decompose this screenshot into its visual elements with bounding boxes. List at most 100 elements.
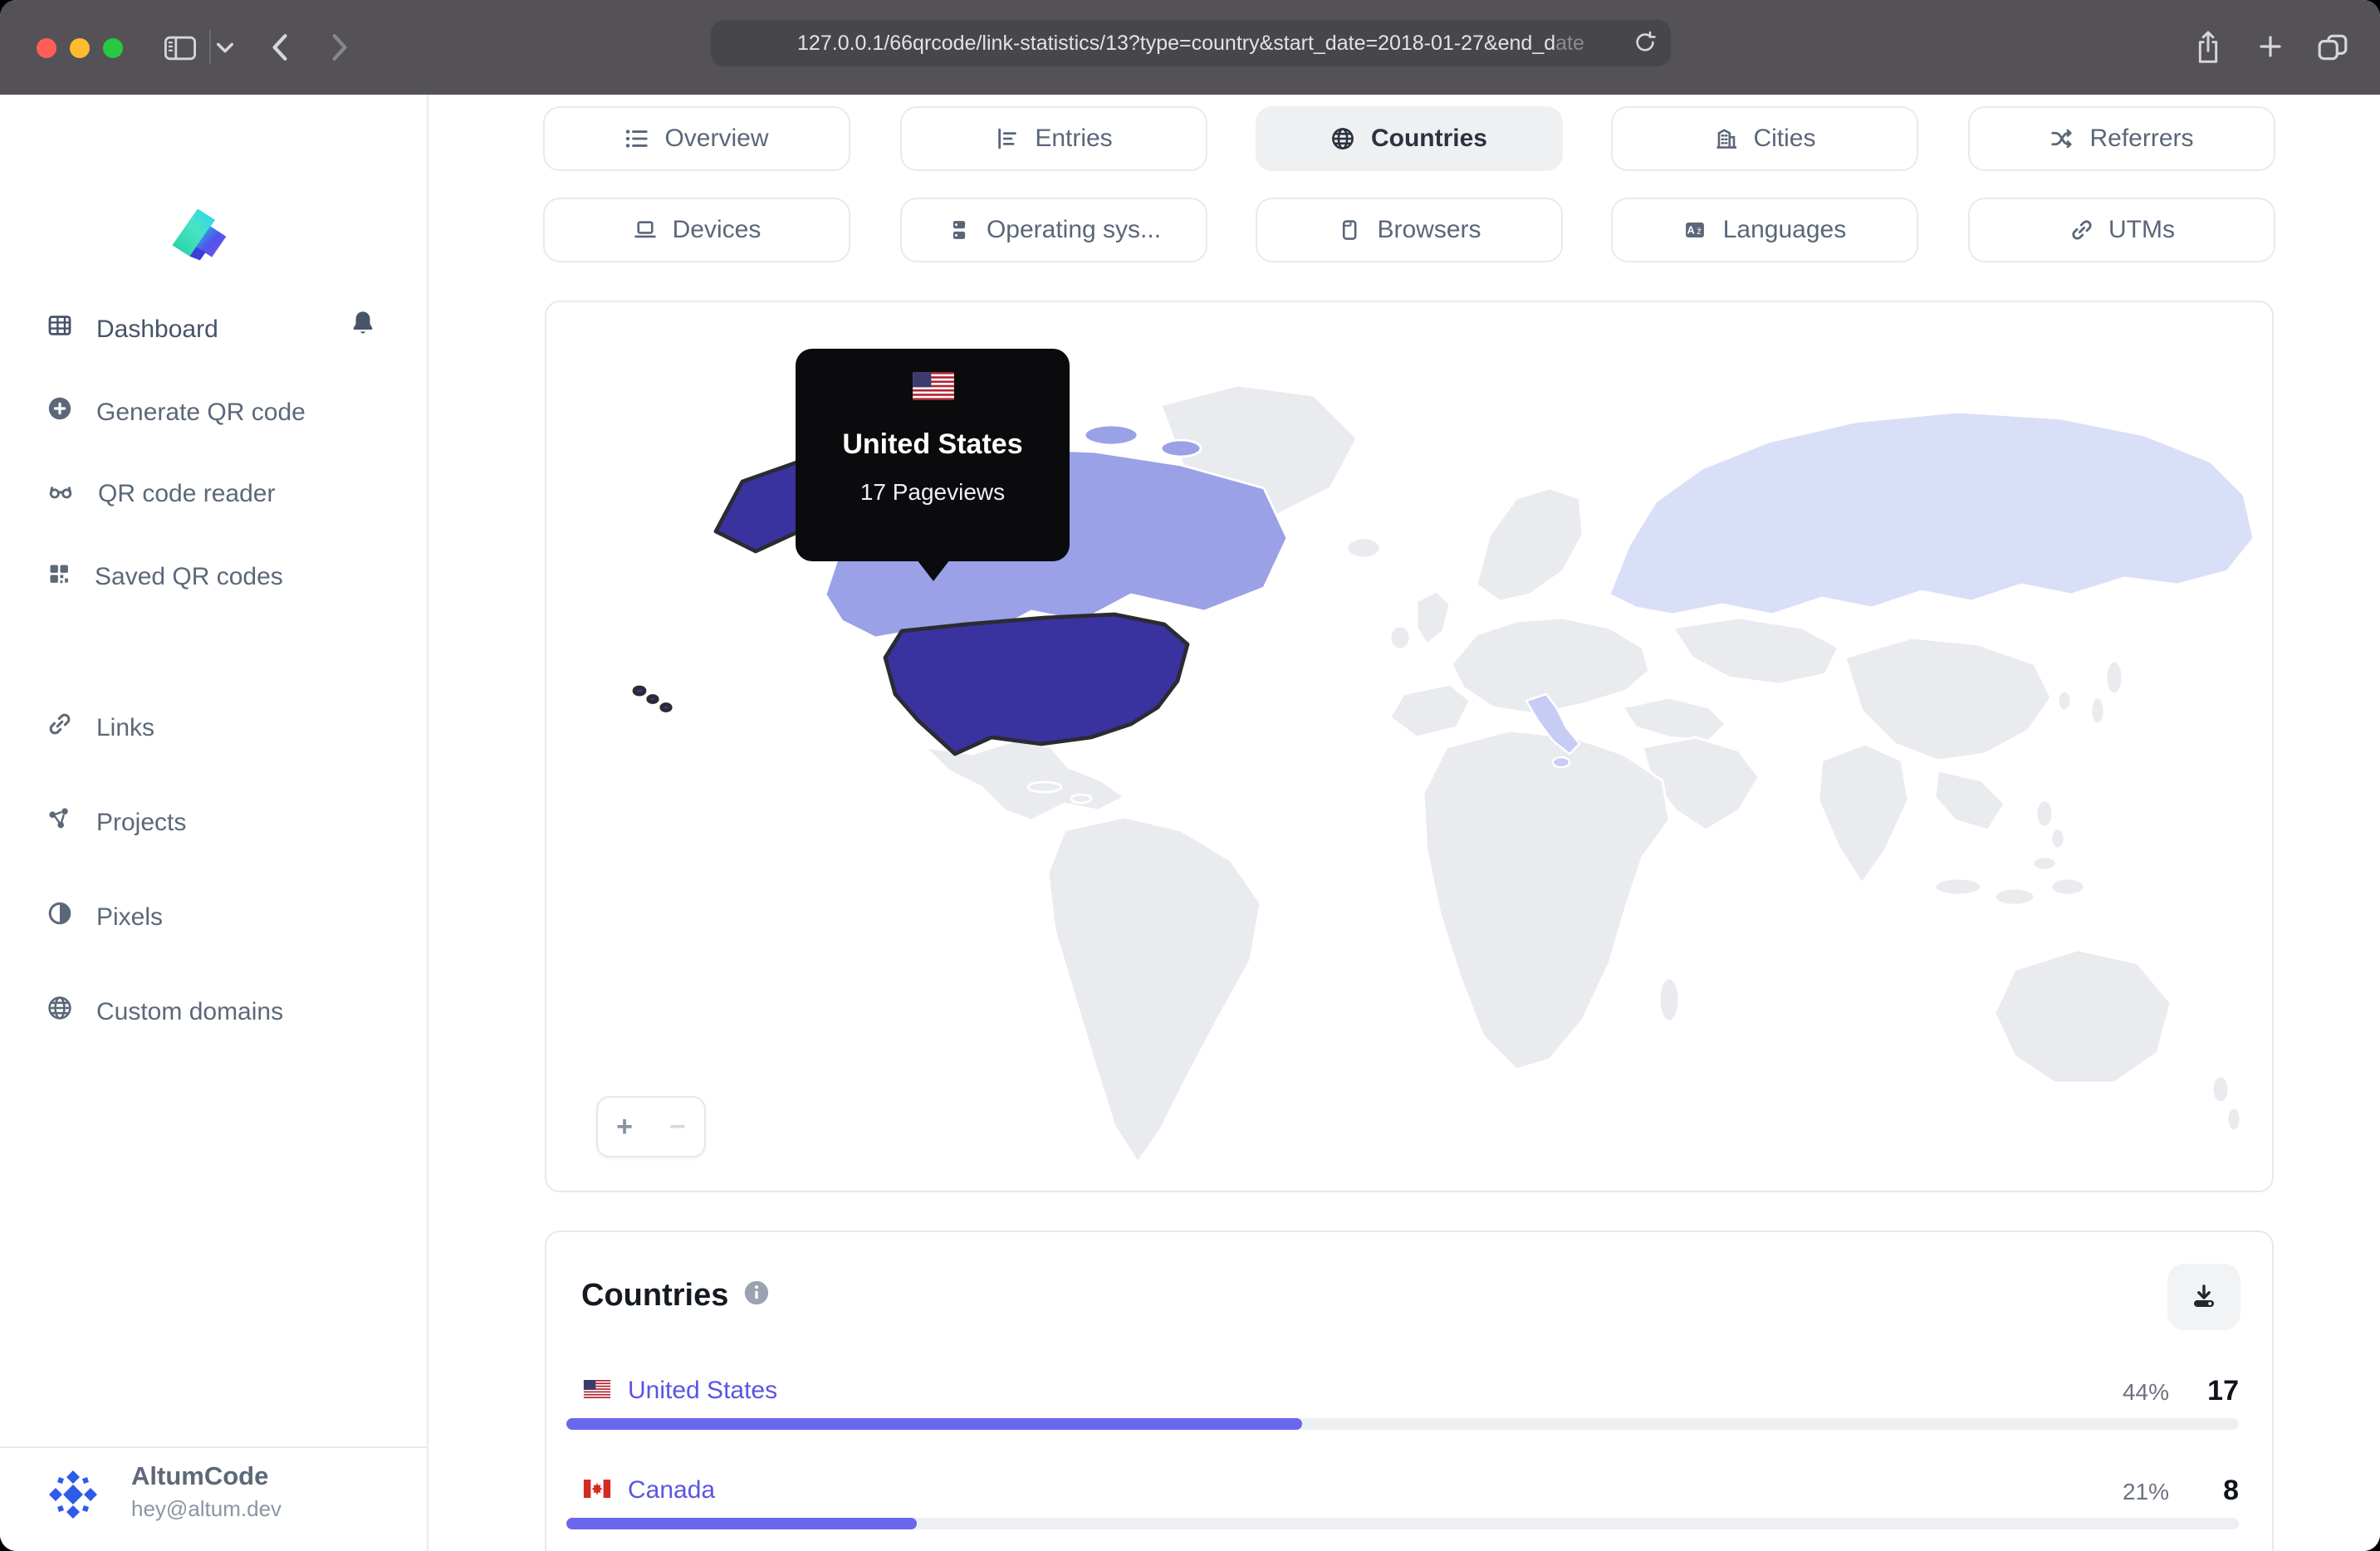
tab-languages[interactable]: Az̄ Languages	[1611, 198, 1918, 262]
us-flag-icon	[911, 372, 954, 409]
bar-chart-icon	[995, 126, 1020, 151]
reload-icon[interactable]	[1633, 30, 1658, 60]
tab-cities[interactable]: Cities	[1611, 106, 1918, 171]
link-icon	[47, 711, 73, 744]
progress-fill	[566, 1418, 1303, 1430]
globe-icon	[1331, 126, 1356, 151]
country-count: 17	[2207, 1374, 2239, 1406]
fullscreen-window-button[interactable]	[103, 37, 123, 57]
country-percent: 44%	[2122, 1377, 2169, 1404]
tab-utms[interactable]: UTMs	[1968, 198, 2275, 262]
tab-label: Referrers	[2089, 125, 2194, 153]
tab-entries[interactable]: Entries	[900, 106, 1207, 171]
tab-label: Operating sys...	[986, 216, 1162, 244]
sidebar: Dashboard Generate QR code QR code reade…	[0, 95, 428, 1551]
map-tooltip: United States 17 Pageviews	[796, 349, 1070, 581]
download-button[interactable]	[2167, 1264, 2240, 1330]
country-row: Canada 21% 8	[566, 1473, 2239, 1539]
tab-browsers[interactable]: Browsers	[1256, 198, 1563, 262]
info-icon[interactable]	[743, 1280, 768, 1314]
sidebar-item-label: Saved QR codes	[95, 562, 283, 590]
server-icon	[947, 218, 972, 242]
notification-bell-icon[interactable]	[349, 309, 377, 344]
tab-label: Overview	[664, 125, 769, 153]
tab-label: Entries	[1035, 125, 1113, 153]
tab-label: UTMs	[2108, 216, 2175, 244]
sidebar-item-custom-domains[interactable]: Custom domains	[47, 990, 404, 1033]
country-link[interactable]: Canada	[628, 1476, 715, 1505]
sidebar-item-label: QR code reader	[98, 479, 276, 507]
svg-text:z̄: z̄	[1697, 227, 1702, 237]
forward-icon[interactable]	[331, 33, 349, 61]
chevron-down-icon[interactable]	[216, 42, 234, 55]
qr-icon	[47, 560, 71, 592]
list-icon	[624, 126, 649, 151]
sidebar-item-pixels[interactable]: Pixels	[47, 895, 404, 938]
world-map-card: United States 17 Pageviews + −	[545, 301, 2274, 1192]
tab-label: Devices	[672, 216, 762, 244]
sidebar-item-saved-qr[interactable]: Saved QR codes	[47, 555, 404, 598]
tab-countries[interactable]: Countries	[1256, 106, 1563, 171]
sidebar-item-projects[interactable]: Projects	[47, 800, 404, 844]
share-nodes-icon	[47, 805, 73, 839]
us-flag-icon	[583, 1376, 611, 1406]
sidebar-item-label: Custom domains	[96, 997, 284, 1025]
plus-circle-icon	[47, 395, 73, 428]
laptop-icon	[633, 218, 658, 242]
progress-track	[566, 1418, 2239, 1430]
shuffle-icon	[2049, 126, 2074, 151]
brand-logo[interactable]	[163, 201, 233, 276]
tab-label: Browsers	[1377, 216, 1481, 244]
dashboard-grid-icon	[47, 312, 73, 345]
countries-card-header: Countries	[581, 1279, 768, 1315]
tab-label: Countries	[1370, 125, 1487, 153]
country-row: United States 44% 17	[566, 1373, 2239, 1440]
progress-track	[566, 1518, 2239, 1529]
link-icon	[2069, 218, 2094, 242]
country-percent: 21%	[2122, 1477, 2169, 1504]
svg-text:A: A	[1687, 224, 1695, 237]
sidebar-item-label: Generate QR code	[96, 398, 306, 426]
sidebar-item-generate-qr[interactable]: Generate QR code	[47, 390, 404, 433]
countries-title: Countries	[581, 1279, 729, 1314]
address-bar[interactable]: 127.0.0.1/66qrcode/link-statistics/13?ty…	[711, 20, 1671, 66]
user-name: AltumCode	[131, 1463, 269, 1491]
countries-card: Countries United States 44% 17 Canada 21…	[545, 1231, 2274, 1551]
close-window-button[interactable]	[37, 37, 56, 57]
tab-referrers[interactable]: Referrers	[1968, 106, 2275, 171]
sidebar-item-label: Pixels	[96, 903, 164, 931]
tab-overview-icon[interactable]	[2317, 33, 2348, 61]
browser-window-icon	[1337, 218, 1362, 242]
user-email: hey@altum.dev	[131, 1496, 282, 1521]
language-icon: Az̄	[1683, 218, 1708, 242]
sidebar-item-links[interactable]: Links	[47, 706, 404, 749]
map-country-russia	[1608, 410, 2255, 616]
globe-icon	[47, 995, 73, 1028]
new-tab-icon[interactable]	[2257, 33, 2284, 60]
tab-operating-systems[interactable]: Operating sys...	[900, 198, 1207, 262]
contrast-icon	[47, 900, 73, 933]
share-icon[interactable]	[2194, 30, 2222, 65]
browser-chrome: 127.0.0.1/66qrcode/link-statistics/13?ty…	[0, 0, 2380, 95]
country-link[interactable]: United States	[628, 1377, 777, 1405]
user-account[interactable]: AltumCode hey@altum.dev	[0, 1446, 427, 1551]
sidebar-item-qr-reader[interactable]: QR code reader	[47, 472, 404, 515]
zoom-in-button[interactable]: +	[598, 1098, 651, 1156]
tab-overview[interactable]: Overview	[543, 106, 850, 171]
tab-devices[interactable]: Devices	[543, 198, 850, 262]
sidebar-item-dashboard[interactable]: Dashboard	[47, 307, 404, 350]
sidebar-toggle-icon[interactable]	[163, 35, 198, 61]
building-icon	[1713, 126, 1738, 151]
progress-fill	[566, 1518, 918, 1529]
map-zoom-controls: + −	[596, 1096, 706, 1157]
minimize-window-button[interactable]	[70, 37, 90, 57]
zoom-out-button[interactable]: −	[651, 1098, 704, 1156]
sidebar-item-label: Links	[96, 713, 155, 741]
tooltip-pageviews: 17 Pageviews	[859, 478, 1006, 505]
avatar	[45, 1466, 101, 1523]
sidebar-item-label: Projects	[96, 808, 187, 836]
back-icon[interactable]	[271, 33, 289, 61]
glasses-icon	[47, 477, 75, 510]
tab-label: Languages	[1722, 216, 1847, 244]
main-content: Overview Entries Countries Cities Referr…	[428, 95, 2380, 1551]
